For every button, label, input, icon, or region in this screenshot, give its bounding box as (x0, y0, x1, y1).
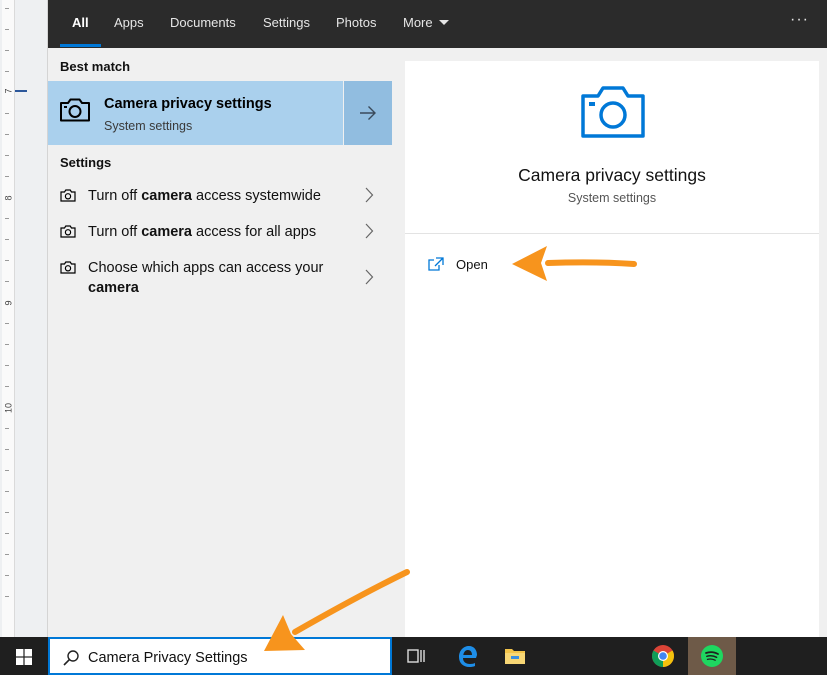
preview-divider (405, 233, 819, 234)
camera-icon (60, 189, 76, 207)
ruler-tick (5, 575, 9, 576)
chrome-icon (652, 645, 674, 667)
ruler-tick (5, 155, 9, 156)
settings-result-label: Turn off camera access for all apps (88, 224, 317, 240)
ruler-tick (5, 344, 9, 345)
ruler-tick (5, 386, 9, 387)
best-match-subtitle: System settings (104, 119, 193, 133)
ruler-tick (5, 8, 9, 9)
search-query-text: Camera Privacy Settings (88, 650, 248, 666)
ruler-tick (5, 596, 9, 597)
ruler-tick (5, 134, 9, 135)
ruler-number: 8 (3, 195, 14, 201)
chrome-button[interactable] (639, 637, 687, 675)
ruler-tick (5, 533, 9, 534)
best-match-result[interactable]: Camera privacy settings System settings (48, 81, 343, 145)
open-details-button[interactable] (344, 81, 392, 145)
ruler-tick (5, 176, 9, 177)
ruler-tick (5, 512, 9, 513)
chevron-down-icon (438, 20, 449, 26)
ruler-tick (5, 491, 9, 492)
task-view-icon (407, 649, 425, 663)
windows-logo-icon (16, 649, 32, 665)
chevron-right-icon (364, 223, 374, 244)
tab-more-label: More (403, 15, 433, 30)
result-preview-pane: Camera privacy settings System settings … (405, 61, 819, 637)
settings-result-label: Choose which apps can access your camera (88, 260, 324, 296)
ruler-tick (5, 71, 9, 72)
ruler-tick (5, 29, 9, 30)
file-explorer-icon (505, 649, 525, 664)
camera-icon (60, 261, 76, 279)
ellipsis-icon[interactable]: ··· (790, 0, 809, 44)
task-view-button[interactable] (392, 637, 440, 675)
settings-heading: Settings (60, 155, 112, 170)
ruler-tick (5, 239, 9, 240)
tab-apps[interactable]: Apps (114, 0, 144, 48)
spotify-icon (701, 645, 723, 667)
best-match-title: Camera privacy settings (104, 96, 272, 112)
ruler-tick (5, 50, 9, 51)
open-action-label: Open (456, 257, 488, 272)
tab-documents[interactable]: Documents (170, 0, 236, 48)
ruler-tick (5, 470, 9, 471)
camera-icon (60, 225, 76, 243)
settings-result-item[interactable]: Turn off camera access systemwide (48, 185, 392, 219)
active-tab-indicator (60, 44, 101, 47)
chevron-right-icon (364, 187, 374, 208)
settings-result-item[interactable]: Choose which apps can access your camera (48, 257, 392, 301)
results-list: Best match Camera privacy settings Syste… (48, 48, 392, 637)
tab-settings[interactable]: Settings (263, 0, 310, 48)
ruler-tick (5, 554, 9, 555)
taskbar-search-input[interactable]: Camera Privacy Settings (48, 637, 392, 675)
ruler-number: 7 (3, 88, 14, 94)
edge-button[interactable] (443, 637, 491, 675)
ruler-tick (5, 260, 9, 261)
ruler-indent-marker[interactable] (15, 90, 27, 92)
ruler-number: 9 (3, 300, 14, 306)
camera-icon (59, 98, 91, 127)
tab-photos[interactable]: Photos (336, 0, 376, 48)
arrow-right-icon (360, 106, 376, 120)
settings-result-item[interactable]: Turn off camera access for all apps (48, 221, 392, 255)
ruler-tick (5, 113, 9, 114)
best-match-heading: Best match (60, 59, 131, 74)
file-explorer-button[interactable] (491, 637, 539, 675)
start-button[interactable] (0, 637, 48, 675)
settings-result-label: Turn off camera access systemwide (88, 188, 321, 204)
camera-icon (580, 85, 646, 144)
ruler-tick (5, 323, 9, 324)
document-ruler: 7 8 9 10 (0, 0, 48, 637)
search-filter-bar: All Apps Documents Settings Photos More … (48, 0, 827, 48)
ruler-tick (5, 428, 9, 429)
ruler-tick (5, 281, 9, 282)
edge-icon (459, 646, 477, 667)
preview-subtitle: System settings (567, 191, 657, 205)
ruler-tick (5, 218, 9, 219)
tab-all[interactable]: All (72, 0, 89, 48)
spotify-button[interactable] (688, 637, 736, 675)
open-external-icon (428, 257, 444, 271)
ruler-tick (5, 449, 9, 450)
ruler-number: 10 (3, 403, 14, 414)
ruler-tick (5, 365, 9, 366)
tab-more[interactable]: More (403, 0, 449, 48)
preview-title: Camera privacy settings (518, 165, 706, 185)
taskbar: Camera Privacy Settings (0, 637, 827, 675)
search-icon (63, 650, 79, 666)
chevron-right-icon (364, 269, 374, 290)
search-panel: All Apps Documents Settings Photos More … (48, 0, 827, 637)
